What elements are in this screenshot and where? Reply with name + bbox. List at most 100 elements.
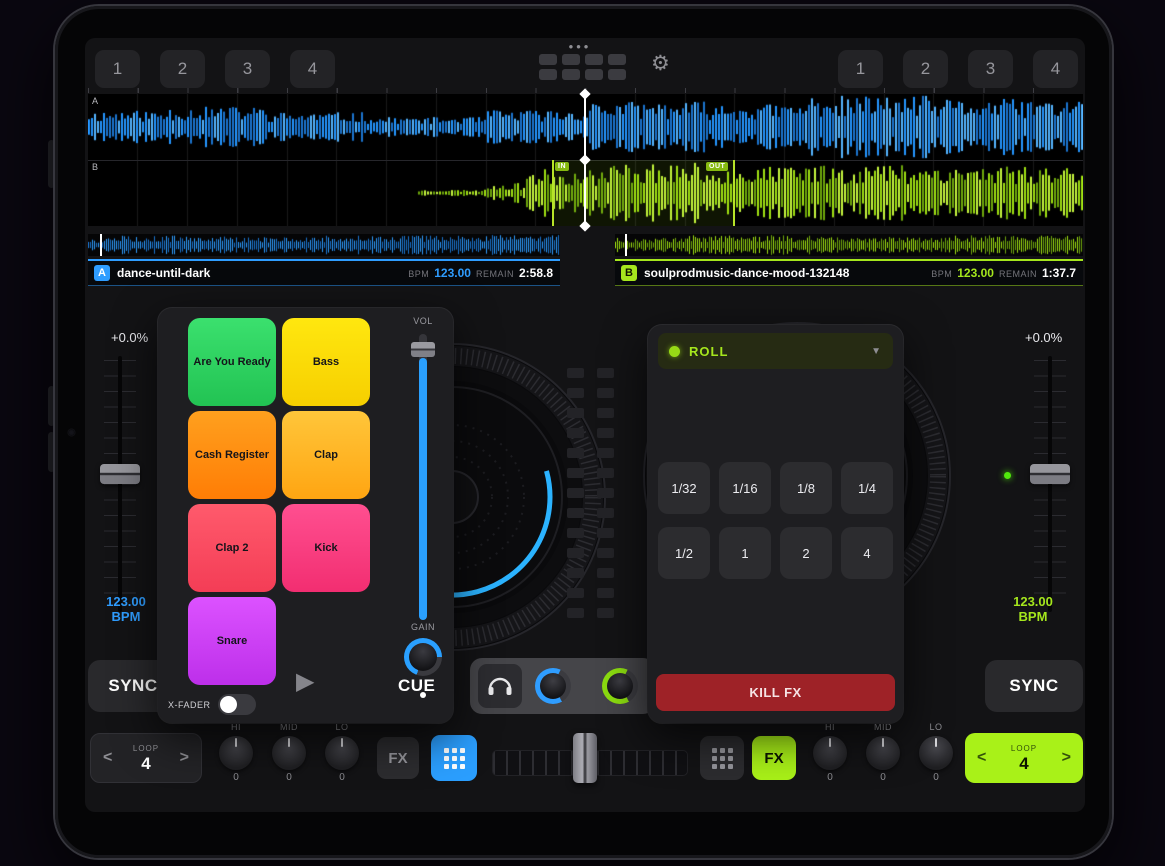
deck-a-tempo-display: 123.00 BPM — [98, 594, 154, 624]
fx-option-1[interactable]: 1 — [719, 527, 771, 579]
loop-out-marker — [733, 160, 735, 226]
pads-grid-icon — [712, 748, 733, 769]
deck-a-tempo-fader[interactable] — [98, 356, 142, 612]
deck-a-remain-value: 2:58.8 — [519, 266, 553, 280]
headphone-cue-button[interactable] — [478, 664, 522, 708]
deck-a-eq-mid: MID 0 — [262, 722, 316, 783]
sampler-pad[interactable]: Are You Ready — [188, 318, 276, 406]
eq-mid-label: MID — [262, 722, 316, 732]
fx-option-1-2[interactable]: 1/2 — [658, 527, 710, 579]
deck-a-loop-display[interactable]: LOOP 4 — [133, 745, 159, 772]
deck-b-track-overview[interactable] — [615, 234, 1083, 256]
sampler-gain-knob[interactable] — [404, 638, 442, 676]
sampler-volume-label: VOL — [408, 316, 438, 326]
eq-mid-value: 0 — [856, 772, 910, 783]
menu-dots-icon[interactable]: ••• — [556, 39, 604, 54]
sampler-pad-label: Are You Ready — [193, 356, 270, 368]
sampler-volume-handle[interactable] — [411, 342, 435, 357]
hotcue-a-3[interactable]: 3 — [225, 50, 270, 88]
deck-a-eq-lo-knob[interactable] — [325, 736, 359, 770]
fx-option-1-8[interactable]: 1/8 — [780, 462, 832, 514]
sampler-pad-label: Cash Register — [195, 449, 269, 461]
sampler-pad[interactable]: Clap — [282, 411, 370, 499]
fader-slot — [118, 356, 122, 612]
deck-b-remain-label: REMAIN — [999, 269, 1037, 279]
deck-b-eq-lo-knob[interactable] — [919, 736, 953, 770]
library-grid-icon[interactable] — [539, 54, 626, 80]
fx-active-dot-icon — [669, 346, 680, 357]
deck-a-tempo-fader-handle[interactable] — [100, 464, 140, 484]
deck-a-loop-increase-button[interactable]: > — [180, 749, 189, 767]
deck-b-remain-value: 1:37.7 — [1042, 266, 1076, 280]
fx-mode-selector[interactable]: ROLL ▼ — [658, 333, 893, 369]
sampler-pad[interactable]: Kick — [282, 504, 370, 592]
deck-a-pitch-readout: +0.0% — [111, 330, 148, 345]
hotcue-b-3[interactable]: 3 — [968, 50, 1013, 88]
deck-b-loop-display[interactable]: LOOP 4 — [1011, 745, 1037, 772]
deck-a-track-overview[interactable] — [88, 234, 560, 256]
fx-option-2[interactable]: 2 — [780, 527, 832, 579]
deck-a-loop-decrease-button[interactable]: < — [103, 749, 112, 767]
kill-fx-button[interactable]: KILL FX — [656, 674, 895, 711]
sampler-pad-label: Snare — [217, 635, 248, 647]
deck-b-tempo-fader[interactable] — [1028, 356, 1072, 612]
hotcue-b-1[interactable]: 1 — [838, 50, 883, 88]
hotcue-a-2[interactable]: 2 — [160, 50, 205, 88]
deck-a-play-button[interactable]: ▶ — [296, 667, 314, 696]
hotcue-a-1[interactable]: 1 — [95, 50, 140, 88]
deck-a-badge: A — [94, 265, 110, 281]
deck-b-tempo-fader-handle[interactable] — [1030, 464, 1070, 484]
cue-mix-knob-b[interactable] — [602, 668, 638, 704]
deck-a-tempo-value: 123.00 — [98, 594, 154, 609]
deck-b-tempo-value: 123.00 — [1005, 594, 1061, 609]
deck-b-loop-decrease-button[interactable]: < — [977, 749, 986, 767]
crossfader-handle[interactable] — [573, 733, 597, 783]
fx-option-1-32[interactable]: 1/32 — [658, 462, 710, 514]
fx-option-4[interactable]: 4 — [841, 527, 893, 579]
sampler-pad[interactable]: Bass — [282, 318, 370, 406]
deck-b-pads-button[interactable] — [700, 736, 744, 780]
sampler-pad[interactable]: Cash Register — [188, 411, 276, 499]
sampler-pad[interactable]: Clap 2 — [188, 504, 276, 592]
hotcue-b-4[interactable]: 4 — [1033, 50, 1078, 88]
deck-a-eq-hi-knob[interactable] — [219, 736, 253, 770]
deck-a-track-title: dance-until-dark — [117, 266, 408, 280]
deck-a-loop-control: < LOOP 4 > — [90, 733, 202, 783]
deck-b-track-info: B soulprodmusic-dance-mood-132148 BPM 12… — [615, 259, 1083, 286]
pads-grid-icon — [444, 748, 465, 769]
deck-b-badge: B — [621, 265, 637, 281]
deck-b-track-title: soulprodmusic-dance-mood-132148 — [644, 266, 931, 280]
sampler-gain-label: GAIN — [402, 622, 444, 632]
sampler-volume-slider[interactable] — [419, 334, 427, 620]
deck-a-eq-mid-knob[interactable] — [272, 736, 306, 770]
hotcue-a-4[interactable]: 4 — [290, 50, 335, 88]
chevron-down-icon: ▼ — [871, 346, 881, 357]
fx-panel: ROLL ▼ 1/32 1/16 1/8 1/4 1/2 1 2 4 KILL … — [648, 325, 903, 723]
sampler-pad-label: Clap 2 — [215, 542, 248, 554]
deck-b-wave-letter: B — [92, 162, 98, 172]
deck-b-fx-button[interactable]: FX — [752, 736, 796, 780]
cue-mix-knob-a[interactable] — [535, 668, 571, 704]
sampler-pad[interactable]: Snare — [188, 597, 276, 685]
deck-a-fx-button[interactable]: FX — [377, 737, 419, 779]
fx-option-1-16[interactable]: 1/16 — [719, 462, 771, 514]
deck-b-eq-hi-knob[interactable] — [813, 736, 847, 770]
desktop-background: 1 2 3 4 ••• ⚙ 1 2 3 4 A B IN — [0, 0, 1165, 866]
deck-b-eq-mid-knob[interactable] — [866, 736, 900, 770]
deck-b-sync-button[interactable]: SYNC — [985, 660, 1083, 712]
front-camera — [68, 429, 75, 436]
settings-gear-icon[interactable]: ⚙ — [651, 51, 670, 76]
fx-option-1-4[interactable]: 1/4 — [841, 462, 893, 514]
deck-b-loop-increase-button[interactable]: > — [1062, 749, 1071, 767]
sampler-xfader-toggle[interactable] — [218, 694, 256, 715]
deck-a-cue-button[interactable]: CUE — [398, 676, 435, 696]
deck-a-tempo-unit: BPM — [98, 609, 154, 624]
deck-b-eq-mid: MID 0 — [856, 722, 910, 783]
deck-a-pads-button[interactable] — [431, 735, 477, 781]
deck-b-pitch-zero-led — [1004, 472, 1011, 479]
eq-hi-value: 0 — [803, 772, 857, 783]
deck-b-bpm-value: 123.00 — [957, 266, 994, 280]
hotcue-b-2[interactable]: 2 — [903, 50, 948, 88]
sampler-pad-label: Bass — [313, 356, 339, 368]
sampler-xfader-label: X-FADER — [168, 700, 211, 710]
